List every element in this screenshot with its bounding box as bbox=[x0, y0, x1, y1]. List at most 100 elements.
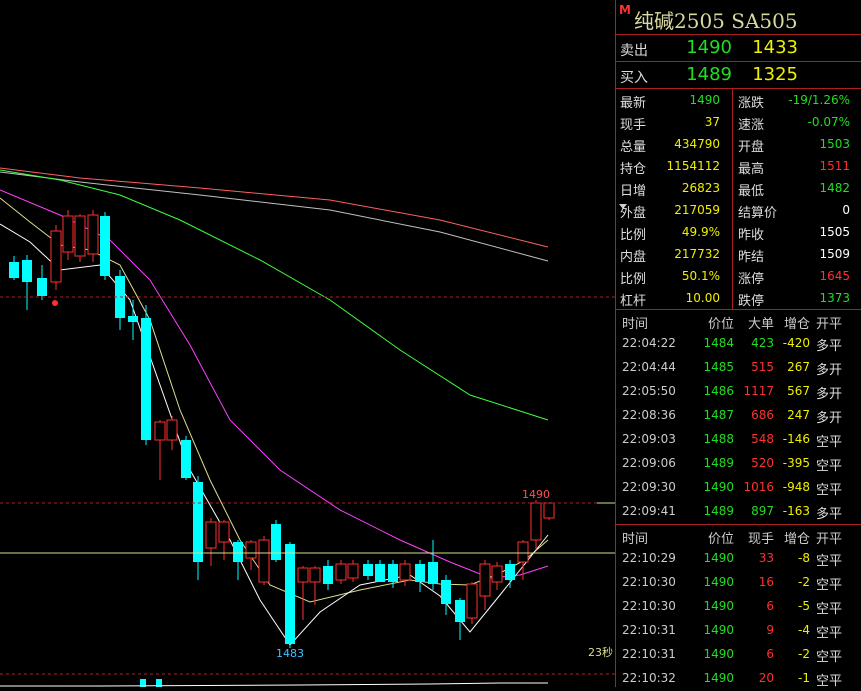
candle-body bbox=[258, 539, 270, 583]
stat-value: 10.00 bbox=[685, 291, 720, 305]
cell-size: 897 bbox=[751, 504, 774, 518]
table-row[interactable]: 22:10:31 1490 6 -2 空平 bbox=[616, 643, 861, 667]
candle-body bbox=[100, 216, 110, 276]
candle-body bbox=[205, 521, 217, 549]
stat-value: 1482 bbox=[819, 181, 850, 195]
stat-label: 比例 bbox=[620, 272, 647, 287]
cell-price: 1490 bbox=[703, 551, 734, 565]
market-badge: M bbox=[619, 3, 631, 17]
stat-label: 比例 bbox=[620, 228, 647, 243]
candle-body bbox=[505, 564, 515, 580]
cell-action: 空平 bbox=[816, 674, 843, 689]
cell-oi: -948 bbox=[782, 480, 810, 494]
candle-body bbox=[74, 215, 86, 257]
stat-value: 1154112 bbox=[666, 159, 720, 173]
cell-size: 1117 bbox=[743, 384, 774, 398]
table-row[interactable]: 22:10:32 1490 20 -1 空平 bbox=[616, 667, 861, 691]
signal-dot bbox=[52, 300, 58, 306]
candle-body bbox=[399, 563, 411, 581]
high-price-label: 1490 bbox=[522, 488, 550, 501]
stat-label: 昨结 bbox=[738, 250, 765, 265]
table-row[interactable]: 22:10:30 1490 6 -5 空平 bbox=[616, 595, 861, 619]
candle-body bbox=[428, 562, 438, 584]
table-row[interactable]: 22:09:03 1488 548 -146 空平 bbox=[616, 428, 861, 452]
table-row[interactable]: 22:04:44 1485 515 267 多开 bbox=[616, 356, 861, 380]
stat-value: 37 bbox=[704, 115, 720, 129]
stat-value: 26823 bbox=[681, 181, 720, 195]
cell-size: 520 bbox=[751, 456, 774, 470]
candle-body bbox=[245, 541, 257, 559]
stat-label: 最低 bbox=[738, 184, 765, 199]
stat-row: 总量 434790 开盘 1503 bbox=[616, 133, 861, 155]
cell-price: 1486 bbox=[703, 384, 734, 398]
table-row[interactable]: 22:10:31 1490 9 -4 空平 bbox=[616, 619, 861, 643]
stats-grid: 最新 1490 涨跌 -19/1.26% 现手 37 速涨 -0.07% 总量 434790 开盘 1… bbox=[616, 89, 861, 310]
stat-label: 最高 bbox=[738, 162, 765, 177]
table-row[interactable]: 22:10:29 1490 33 -8 空平 bbox=[616, 547, 861, 571]
stat-value: 50.1% bbox=[681, 269, 720, 283]
candle-body bbox=[466, 583, 478, 619]
cell-time: 22:10:31 bbox=[622, 647, 676, 661]
header-oi: 增仓 bbox=[783, 317, 810, 332]
table-row[interactable]: 22:10:30 1490 16 -2 空平 bbox=[616, 571, 861, 595]
cell-action: 空平 bbox=[816, 578, 843, 593]
volume-ma-line bbox=[0, 682, 548, 687]
cell-oi: -163 bbox=[782, 504, 810, 518]
cell-price: 1485 bbox=[703, 360, 734, 374]
table-row[interactable]: 22:08:36 1487 686 247 多开 bbox=[616, 404, 861, 428]
cell-action: 空平 bbox=[816, 459, 843, 474]
candle-body bbox=[37, 278, 47, 296]
cell-time: 22:10:30 bbox=[622, 575, 676, 589]
stat-label: 持仓 bbox=[620, 162, 647, 177]
table-row[interactable]: 22:09:30 1490 1016 -948 空平 bbox=[616, 476, 861, 500]
stat-label: 速涨 bbox=[738, 118, 765, 133]
cell-oi: -146 bbox=[782, 432, 810, 446]
table-row[interactable]: 22:04:22 1484 423 -420 多平 bbox=[616, 332, 861, 356]
low-price-label: 1483 bbox=[276, 647, 304, 660]
candle-body bbox=[218, 521, 230, 543]
stat-value: 1505 bbox=[819, 225, 850, 239]
candle-body bbox=[491, 565, 503, 583]
header-price: 价位 bbox=[707, 532, 734, 547]
cell-action: 多平 bbox=[816, 507, 843, 522]
cell-price: 1489 bbox=[703, 456, 734, 470]
candle-body bbox=[154, 421, 166, 441]
cell-action: 多开 bbox=[816, 411, 843, 426]
cell-action: 空平 bbox=[816, 554, 843, 569]
table-row[interactable]: 22:09:06 1489 520 -395 空平 bbox=[616, 452, 861, 476]
stat-value: 1490 bbox=[689, 93, 720, 107]
candle-body bbox=[415, 564, 425, 582]
header-size: 大单 bbox=[747, 317, 774, 332]
instrument-title: 纯碱2505 SA505 bbox=[634, 9, 798, 33]
cell-action: 多开 bbox=[816, 387, 843, 402]
candle-body bbox=[441, 580, 451, 604]
stat-value: 1645 bbox=[819, 269, 850, 283]
stat-value: 49.9% bbox=[681, 225, 720, 239]
candle-body bbox=[193, 482, 203, 562]
volume-strip bbox=[0, 679, 548, 687]
candlestick-chart[interactable]: 1490 1483 23秒 bbox=[0, 0, 615, 687]
cell-price: 1490 bbox=[703, 575, 734, 589]
bid-row[interactable]: 买入 1489 1325 bbox=[616, 62, 861, 89]
cell-oi: -395 bbox=[782, 456, 810, 470]
cell-size: 9 bbox=[766, 623, 774, 637]
cell-oi: -420 bbox=[782, 336, 810, 350]
stat-label: 现手 bbox=[620, 118, 647, 133]
candle-body bbox=[233, 542, 243, 562]
candle-body bbox=[297, 567, 309, 583]
bid-price: 1489 bbox=[686, 64, 732, 85]
ask-row[interactable]: 卖出 1490 1433 bbox=[616, 35, 861, 62]
cell-action: 空平 bbox=[816, 626, 843, 641]
cell-size: 33 bbox=[758, 551, 774, 565]
stat-value: 217732 bbox=[674, 247, 720, 261]
instrument-header: M 纯碱2505 SA505 bbox=[616, 0, 861, 35]
candle-body bbox=[335, 563, 347, 581]
cell-size: 423 bbox=[751, 336, 774, 350]
table-row[interactable]: 22:09:41 1489 897 -163 多平 bbox=[616, 500, 861, 524]
header-time: 时间 bbox=[622, 532, 649, 547]
cell-oi: -8 bbox=[798, 551, 810, 565]
candle-body bbox=[285, 544, 295, 644]
table-row[interactable]: 22:05:50 1486 1117 567 多开 bbox=[616, 380, 861, 404]
ask-volume: 1433 bbox=[752, 37, 798, 58]
stat-value: 1503 bbox=[819, 137, 850, 151]
